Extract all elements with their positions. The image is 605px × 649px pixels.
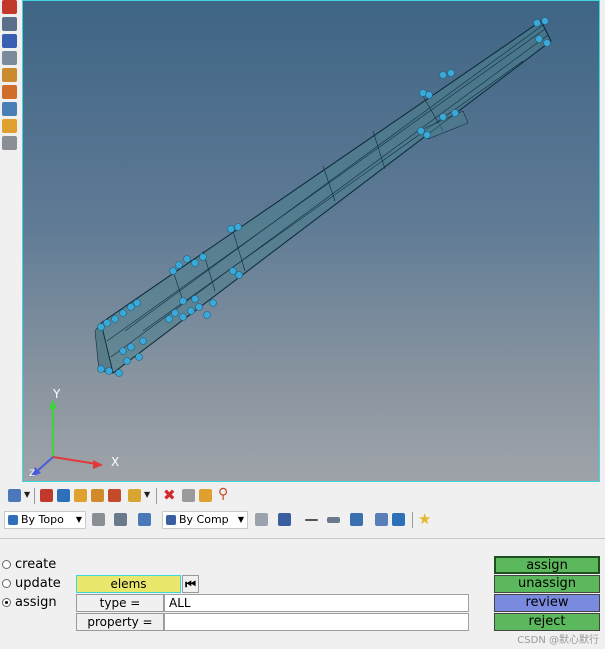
radio-assign-circle[interactable] — [2, 597, 11, 607]
measure-icon[interactable] — [2, 51, 17, 65]
toolbar-row-1: ▼ ▼ ✖ ⚲ — [0, 485, 605, 507]
abc-marker-icon[interactable] — [2, 85, 17, 99]
separator — [412, 512, 413, 528]
separator — [34, 488, 35, 504]
radio-update[interactable]: update — [2, 574, 61, 592]
z-axis-label: Z — [29, 469, 36, 479]
axis-triad — [31, 399, 103, 477]
type-label-button[interactable]: type = — [76, 594, 164, 612]
property-label-button[interactable]: property = — [76, 613, 164, 631]
panel-divider — [0, 538, 605, 539]
connector-icon[interactable] — [2, 17, 17, 31]
cylinder-icon[interactable] — [2, 136, 17, 150]
folder-icon[interactable] — [74, 489, 87, 502]
grid-icon[interactable] — [375, 513, 388, 526]
type-input[interactable]: ALL — [164, 594, 469, 612]
rotate-icon[interactable] — [8, 489, 21, 502]
surface-icon[interactable] — [138, 513, 151, 526]
left-toolbar — [0, 0, 20, 480]
radio-create-circle[interactable] — [2, 559, 11, 569]
reject-button[interactable]: reject — [494, 613, 600, 631]
flag-icon[interactable] — [128, 489, 141, 502]
chevron-down-icon: ▼ — [237, 515, 244, 524]
bookmark-icon[interactable] — [108, 489, 121, 502]
comp-dropdown-value: By Comp — [179, 513, 229, 526]
hide-icon[interactable] — [182, 489, 195, 502]
pin-icon[interactable]: ⚲ — [218, 486, 228, 502]
radio-assign[interactable]: assign — [2, 593, 57, 611]
ibeam-icon[interactable] — [2, 0, 17, 14]
topo-icon — [8, 515, 18, 525]
transform-icon[interactable] — [2, 102, 17, 116]
separator — [156, 488, 157, 504]
unassign-button[interactable]: unassign — [494, 575, 600, 593]
y-axis-label: Y — [53, 387, 61, 401]
elems-selector-button[interactable]: elems — [76, 575, 181, 593]
panel-icon[interactable] — [2, 119, 17, 133]
topo-display-dropdown[interactable]: By Topo ▼ — [4, 511, 86, 529]
id-123-icon[interactable] — [2, 34, 17, 48]
components-icon[interactable] — [40, 489, 53, 502]
assign-button[interactable]: assign — [494, 556, 600, 574]
shell-icon[interactable] — [350, 513, 363, 526]
radio-create[interactable]: create — [2, 555, 56, 573]
radio-update-circle[interactable] — [2, 578, 11, 588]
box-icon[interactable] — [278, 513, 291, 526]
topo-dropdown-value: By Topo — [21, 513, 64, 526]
abc-label-icon[interactable] — [2, 68, 17, 82]
wireframe-icon[interactable] — [92, 513, 105, 526]
review-button[interactable]: review — [494, 594, 600, 612]
plane-icon[interactable] — [327, 517, 340, 523]
monitor-icon[interactable] — [392, 513, 405, 526]
show-icon[interactable] — [199, 489, 212, 502]
x-axis-label: X — [111, 455, 120, 469]
chevron-down-icon[interactable]: ▼ — [144, 490, 150, 499]
radio-update-label: update — [15, 575, 61, 591]
toolbar-row-2: By Topo ▼ By Comp ▼ ★ — [0, 509, 605, 531]
chevron-down-icon[interactable]: ▼ — [24, 490, 30, 499]
line-icon[interactable] — [305, 519, 318, 521]
solid-icon[interactable] — [255, 513, 268, 526]
beam-mesh — [94, 20, 552, 374]
radio-assign-label: assign — [15, 594, 57, 610]
radio-create-label: create — [15, 556, 57, 572]
comp-display-dropdown[interactable]: By Comp ▼ — [162, 511, 248, 529]
assemblies-icon[interactable] — [57, 489, 70, 502]
delete-icon[interactable]: ✖ — [163, 486, 176, 504]
watermark: CSDN @默心默行 — [517, 635, 599, 646]
reverse-icon[interactable]: ⏮ — [182, 575, 199, 593]
chevron-down-icon: ▼ — [75, 515, 82, 524]
move-icon[interactable] — [91, 489, 104, 502]
graphics-viewport[interactable]: Y X Z — [22, 0, 600, 482]
model-drawing — [31, 17, 552, 477]
star-icon[interactable]: ★ — [418, 510, 431, 528]
property-input[interactable] — [164, 613, 469, 631]
select-icon[interactable] — [114, 513, 127, 526]
comp-icon — [166, 515, 176, 525]
